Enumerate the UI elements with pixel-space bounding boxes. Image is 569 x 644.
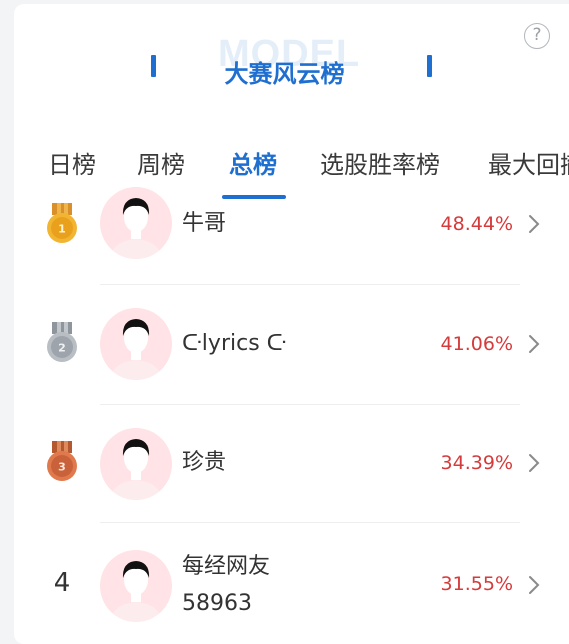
chevron-right-icon[interactable] [527,213,541,235]
win-rate-value: 31.55% [440,573,513,595]
svg-text:2: 2 [58,342,66,355]
avatar[interactable] [100,550,172,622]
person-avatar-icon [110,319,162,380]
chevron-right-icon[interactable] [527,574,541,596]
win-rate-value: 34.39% [440,452,513,474]
list-item[interactable]: 1 牛哥 48.44% [0,165,569,285]
person-avatar-icon [110,198,162,259]
svg-text:3: 3 [58,461,66,474]
chevron-right-icon[interactable] [527,452,541,474]
user-name[interactable]: 珍贵 [182,448,226,478]
silver-medal-icon: 2 [47,322,77,362]
user-name[interactable]: ᑢlyrics ᑢ [182,329,286,359]
avatar[interactable] [100,308,172,380]
user-name[interactable]: 每经网友 [182,552,270,582]
bronze-medal-icon: 3 [47,441,77,481]
user-name[interactable]: 牛哥 [182,209,226,239]
avatar[interactable] [100,187,172,259]
svg-text:1: 1 [58,223,66,236]
win-rate-value: 41.06% [440,333,513,355]
avatar[interactable] [100,428,172,500]
list-item[interactable]: 3 珍贵 34.39% [0,404,569,524]
gold-medal-icon: 1 [47,203,77,243]
win-rate-value: 48.44% [440,213,513,235]
person-avatar-icon [110,561,162,622]
user-name-line2[interactable]: 58963 [182,589,252,619]
list-item[interactable]: 4 每经网友 58963 31.55% [0,522,569,642]
person-avatar-icon [110,439,162,500]
ranking-list: 1 牛哥 48.44% 2 ᑢlyrics ᑢ 41.06% 3 珍贵 34.3… [0,0,569,634]
rank-number: 4 [53,568,71,598]
list-item[interactable]: 2 ᑢlyrics ᑢ 41.06% [0,285,569,405]
chevron-right-icon[interactable] [527,333,541,355]
